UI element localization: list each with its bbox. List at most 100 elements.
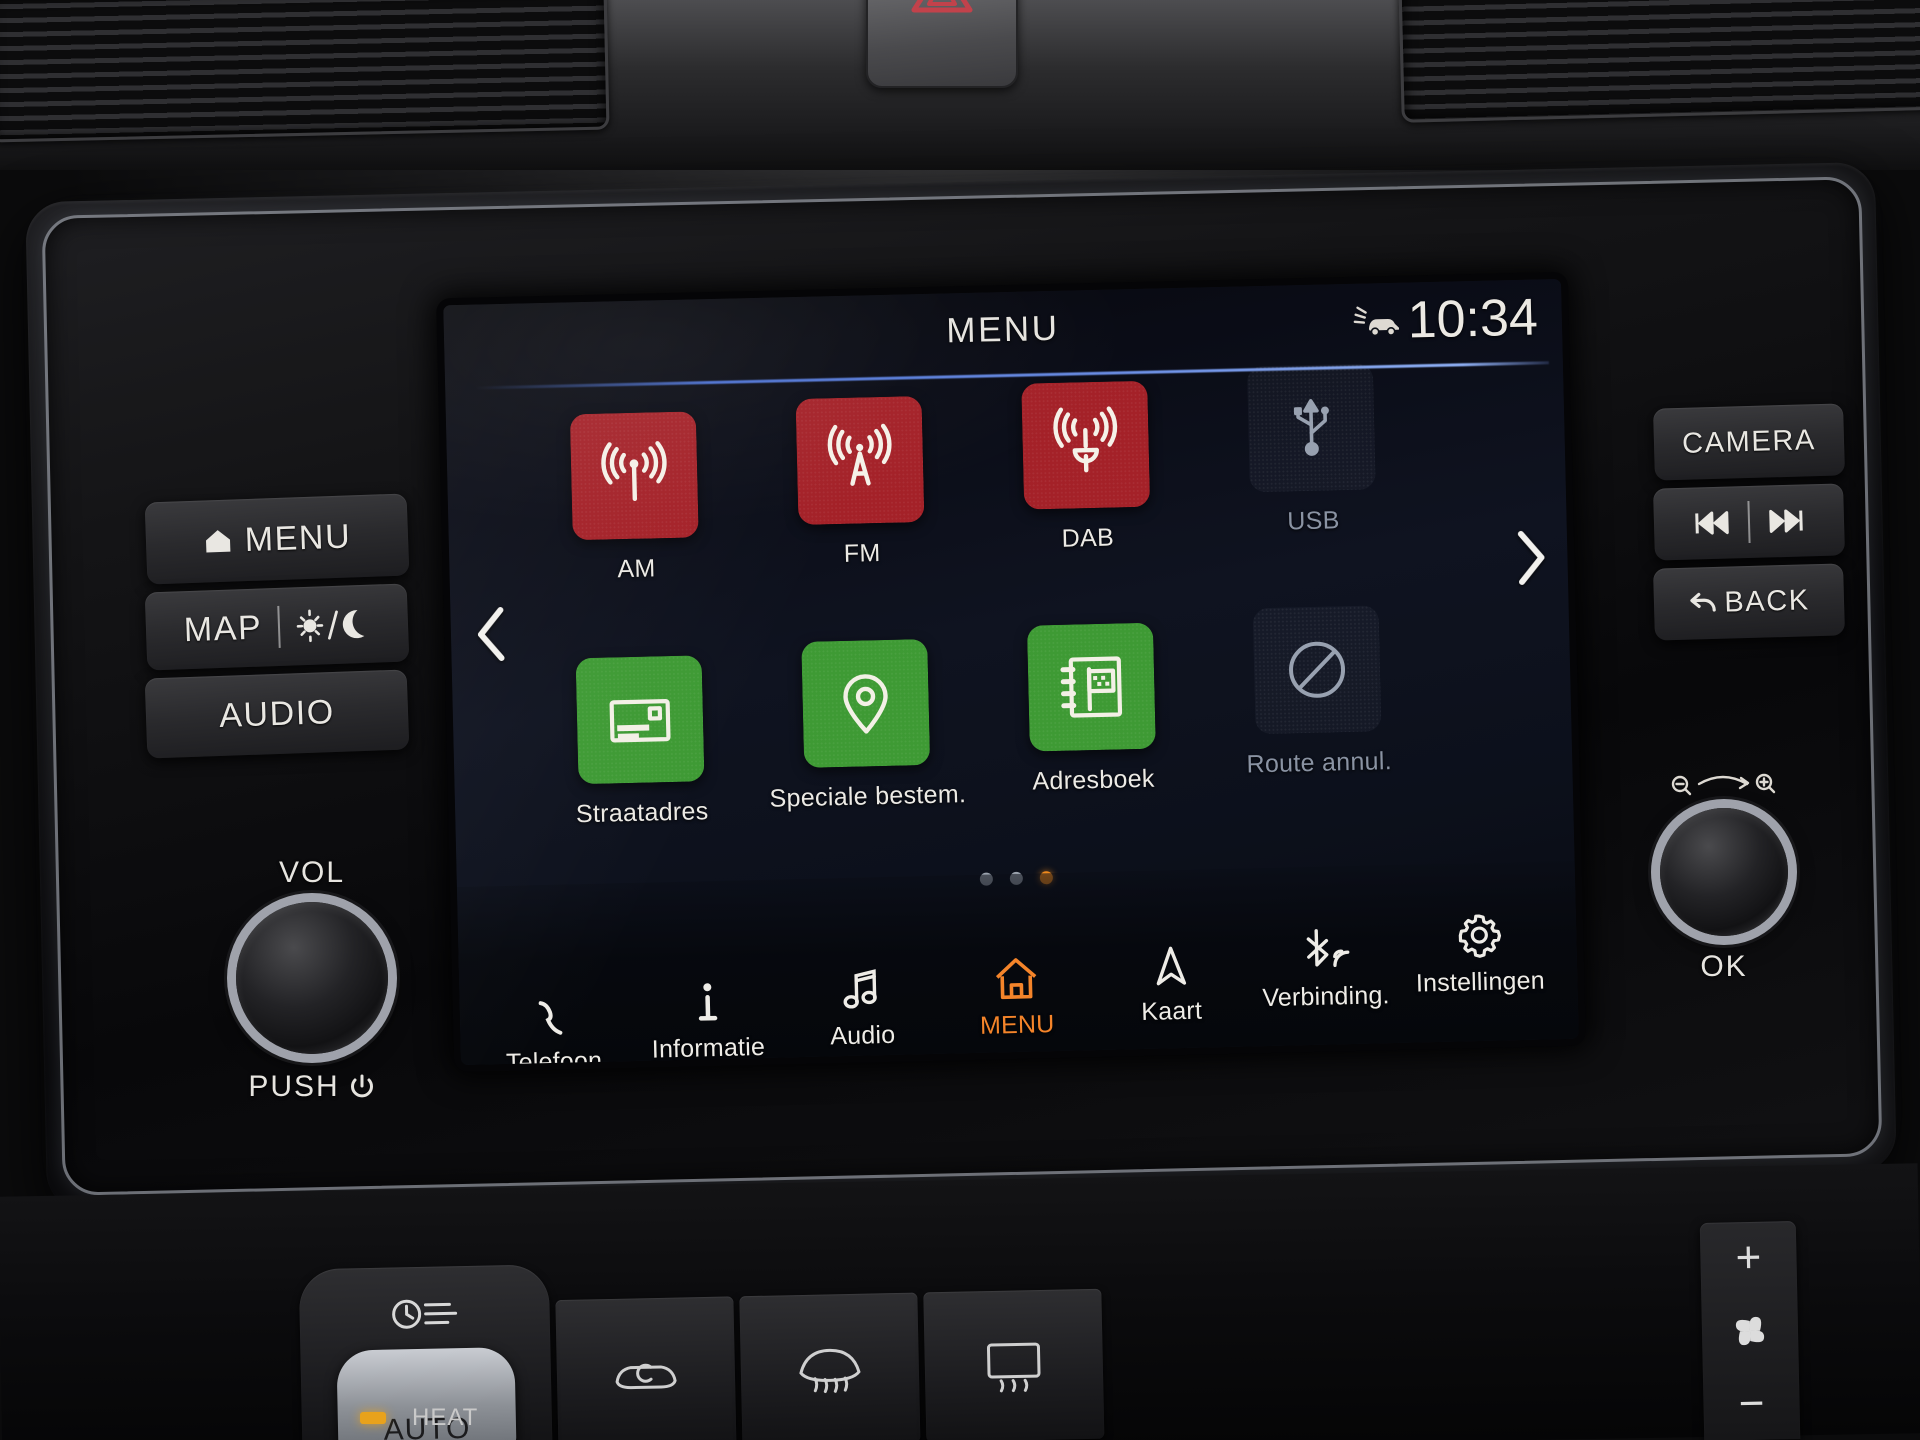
- nav-item-kaart[interactable]: Kaart: [1095, 940, 1247, 1029]
- tile-label: Route annul.: [1246, 747, 1393, 779]
- clock-value: 10:34: [1407, 288, 1539, 350]
- music-note-icon: [840, 965, 883, 1012]
- hvac-recirculate-button[interactable]: [555, 1296, 737, 1440]
- tile-icon-box: [1026, 622, 1156, 752]
- tile-usb[interactable]: USB: [1209, 362, 1416, 595]
- hazard-light-button[interactable]: [866, 0, 1018, 88]
- tile-icon-box: [569, 411, 699, 541]
- vol-label: VOL: [278, 856, 346, 889]
- tile-label: Speciale bestem.: [769, 780, 967, 813]
- chevron-right-icon: [1517, 530, 1545, 585]
- button-divider: [277, 605, 281, 648]
- infotainment-screen[interactable]: MENU 10:34 AM FM DAB USB Straatadres Spe…: [443, 278, 1579, 1066]
- tile-icon-box: [1246, 363, 1376, 493]
- air-vent-left: [0, 0, 610, 143]
- hw-button-back[interactable]: BACK: [1653, 563, 1845, 641]
- nav-label: Verbinding.: [1262, 981, 1390, 1013]
- ok-knob-assembly: OK: [1660, 768, 1788, 984]
- hw-button-audio[interactable]: AUDIO: [144, 669, 410, 759]
- button-divider: [1747, 500, 1751, 544]
- hw-button-camera[interactable]: CAMERA: [1653, 403, 1845, 481]
- fan-decrease-button[interactable]: −: [1738, 1379, 1765, 1429]
- hw-button-label: MENU: [244, 516, 352, 559]
- hw-button-label: CAMERA: [1681, 423, 1817, 460]
- address-book-icon: [1060, 656, 1123, 718]
- chevron-left-icon: [477, 607, 505, 661]
- gear-icon: [1456, 912, 1503, 959]
- push-label: PUSH: [248, 1070, 340, 1103]
- nav-item-telefoon[interactable]: Telefoon: [477, 990, 629, 1065]
- hvac-control-strip: AUTO: [298, 1195, 1782, 1440]
- tile-icon-box: [1021, 380, 1151, 510]
- zoom-indicator: [1669, 768, 1779, 798]
- bluetooth-wifi-icon: [1298, 926, 1351, 973]
- recirculate-icon: [615, 1363, 677, 1390]
- power-icon: [350, 1074, 373, 1098]
- hw-button-map-daynight[interactable]: MAP: [144, 583, 410, 671]
- prev-track-icon: [1695, 511, 1729, 535]
- tile-label: Adresboek: [1032, 764, 1155, 796]
- front-defrost-icon: [799, 1348, 861, 1394]
- rear-defrost-icon: [986, 1342, 1041, 1393]
- tile-icon-box: [795, 396, 925, 525]
- no-entry-icon: [1289, 641, 1346, 698]
- hvac-front-defrost-button[interactable]: [739, 1292, 921, 1440]
- nav-item-verbinding[interactable]: Verbinding.: [1249, 925, 1401, 1014]
- prev-page-arrow[interactable]: [472, 604, 511, 665]
- seat-heat-indicator: HEAT: [360, 1404, 478, 1432]
- nav-label: MENU: [979, 1010, 1055, 1040]
- home-icon: [992, 954, 1041, 1001]
- hw-button-track-skip[interactable]: [1653, 483, 1845, 561]
- hw-button-menu[interactable]: MENU: [144, 493, 410, 585]
- tile-label: FM: [843, 539, 881, 568]
- nav-item-menu[interactable]: MENU: [941, 953, 1093, 1042]
- air-vent-right: [1398, 0, 1920, 123]
- heat-label: HEAT: [412, 1404, 479, 1431]
- volume-knob[interactable]: [236, 902, 388, 1054]
- map-pin-icon: [843, 674, 888, 734]
- back-arrow-icon: [1690, 592, 1717, 612]
- menu-tile-grid: AM FM DAB USB Straatadres Speciale beste…: [531, 363, 1422, 865]
- tile-dab[interactable]: DAB: [983, 380, 1190, 613]
- satellite-dish-icon: [1053, 406, 1118, 473]
- nav-item-audio[interactable]: Audio: [786, 964, 938, 1053]
- phone-icon: [531, 991, 574, 1038]
- radio-tower-icon: [827, 423, 892, 486]
- tile-label: AM: [617, 554, 656, 584]
- hw-button-label: MAP: [183, 608, 263, 649]
- nav-item-informatie[interactable]: Informatie: [632, 976, 784, 1065]
- tile-fm[interactable]: FM: [758, 395, 965, 628]
- hw-button-label: AUDIO: [218, 692, 336, 735]
- radio-waves-icon: [601, 441, 667, 502]
- next-track-icon: [1769, 509, 1803, 533]
- nav-label: Kaart: [1140, 996, 1203, 1027]
- fan-speed-controls: + −: [1699, 1221, 1801, 1440]
- tile-adresboek[interactable]: Adresboek: [989, 622, 1196, 855]
- status-clock: 10:34: [1352, 287, 1539, 351]
- tile-straatadres[interactable]: Straatadres: [538, 654, 745, 887]
- fan-increase-button[interactable]: +: [1735, 1233, 1762, 1283]
- hvac-rear-defrost-button[interactable]: [923, 1288, 1105, 1440]
- nav-label: Instellingen: [1415, 966, 1546, 998]
- hazard-triangle-icon: [911, 0, 973, 13]
- navigation-arrow-icon: [1151, 941, 1190, 988]
- bottom-navbar: Telefoon Informatie Audio MENU Kaart Ver…: [456, 860, 1579, 1065]
- dashboard-photo: MENU 10:34 AM FM DAB USB Straatadres Spe…: [0, 0, 1920, 1440]
- tile-speciale-bestemming[interactable]: Speciale bestem.: [763, 638, 970, 871]
- tile-am[interactable]: AM: [532, 410, 739, 643]
- next-page-arrow[interactable]: [1511, 527, 1550, 588]
- ok-knob[interactable]: [1660, 808, 1788, 936]
- ok-label: OK: [1700, 950, 1748, 983]
- fan-icon: [1735, 1316, 1765, 1346]
- usb-icon: [1293, 399, 1329, 456]
- zoom-out-in-icon: [1671, 773, 1776, 796]
- tile-label: DAB: [1061, 523, 1115, 553]
- push-power-label: PUSH: [248, 1070, 375, 1104]
- home-icon: [205, 530, 231, 553]
- tile-route-annuleren[interactable]: Route annul.: [1215, 604, 1422, 837]
- nav-item-instellingen[interactable]: Instellingen: [1404, 910, 1556, 999]
- volume-knob-assembly: VOL PUSH: [236, 856, 388, 1104]
- heat-led-indicator: [360, 1412, 386, 1424]
- tile-label: Straatadres: [575, 797, 709, 829]
- sun-moon-icon: [296, 609, 365, 643]
